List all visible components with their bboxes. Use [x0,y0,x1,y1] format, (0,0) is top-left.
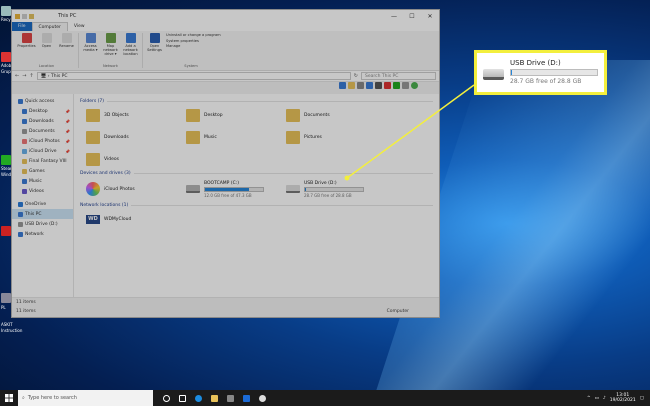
windows-logo-icon [5,394,13,402]
notifications-icon[interactable]: ▢ [640,396,644,401]
cortana-icon[interactable] [163,394,170,402]
callout-title: USB Drive (D:) [510,59,561,67]
chevron-up-icon[interactable]: ^ [587,396,591,401]
network-tray-icon[interactable]: ▭ [595,396,599,401]
volume-icon[interactable]: ♪ [603,396,606,401]
mail-icon[interactable] [243,394,250,402]
taskbar: ⌕ Type here to search ^ ▭ ♪ 13:01 19/02/… [0,390,650,406]
usb-drive-callout: USB Drive (D:) 28.7 GB free of 28.8 GB [474,50,607,95]
store-icon[interactable] [227,394,234,402]
file-explorer-icon[interactable] [211,394,218,402]
taskbar-search-input[interactable]: ⌕ Type here to search [18,390,153,406]
taskbar-apps [163,394,266,402]
system-tray: ^ ▭ ♪ 13:01 19/02/2021 ▢ [587,393,650,403]
search-icon: ⌕ [22,395,25,401]
start-button[interactable] [0,394,18,402]
task-view-icon[interactable] [179,394,186,402]
chrome-icon[interactable] [259,394,266,402]
callout-subtitle: 28.7 GB free of 28.8 GB [510,78,582,85]
callout-usage-bar [510,69,598,76]
edge-icon[interactable] [195,394,202,402]
clock[interactable]: 13:01 19/02/2021 [610,393,636,403]
usb-drive-icon [483,69,504,80]
